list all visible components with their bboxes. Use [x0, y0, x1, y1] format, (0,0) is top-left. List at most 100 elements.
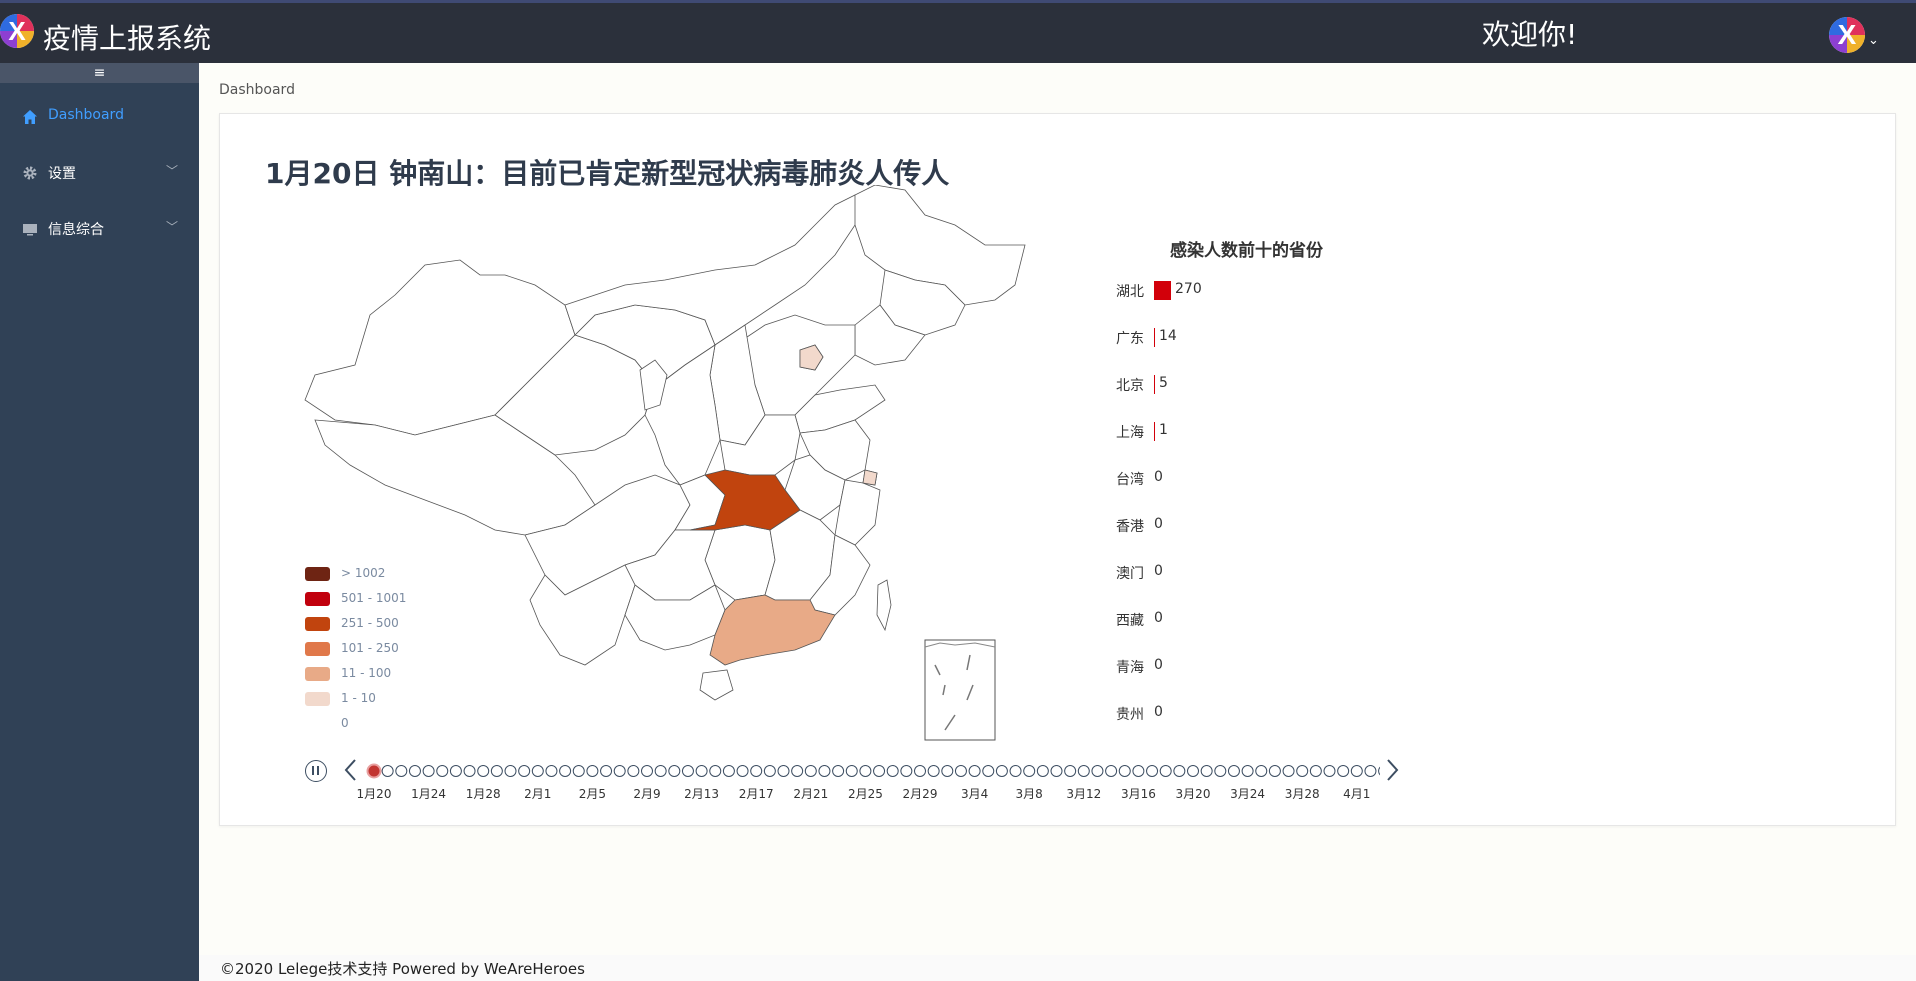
timeline-tick-label[interactable]: 2月21 — [793, 785, 828, 802]
timeline-tick-label[interactable]: 3月24 — [1230, 785, 1265, 802]
timeline-tick-label[interactable]: 3月12 — [1066, 785, 1101, 802]
timeline-dot[interactable] — [641, 765, 653, 777]
timeline-dot[interactable] — [1255, 765, 1268, 777]
timeline-dot[interactable] — [1378, 766, 1380, 777]
timeline-next-button[interactable] — [1383, 757, 1401, 783]
timeline-tick-label[interactable]: 2月13 — [684, 785, 719, 802]
legend-item[interactable]: 501 - 1001 — [305, 590, 425, 606]
ranking-bar[interactable] — [1154, 281, 1171, 300]
timeline-dot[interactable] — [545, 765, 558, 777]
timeline-tick-label[interactable]: 2月17 — [739, 785, 774, 802]
timeline-tick-label[interactable]: 3月20 — [1176, 785, 1211, 802]
ranking-row[interactable]: 澳门 0 — [1116, 563, 1416, 583]
timeline-dot[interactable] — [777, 765, 790, 777]
timeline-dot[interactable] — [1268, 765, 1281, 777]
ranking-bar[interactable] — [1154, 375, 1155, 394]
ranking-row[interactable]: 台湾 0 — [1116, 469, 1416, 489]
timeline-dot[interactable] — [1187, 765, 1199, 777]
timeline-dot[interactable] — [559, 765, 572, 777]
timeline-dot[interactable] — [845, 765, 858, 777]
timeline-dot[interactable] — [654, 765, 667, 777]
timeline-dot[interactable] — [736, 765, 749, 777]
timeline-dot[interactable] — [1091, 765, 1104, 777]
timeline-dot[interactable] — [1132, 765, 1145, 777]
timeline-dot[interactable] — [586, 765, 599, 777]
timeline-tick-label[interactable]: 3月8 — [1016, 785, 1043, 802]
timeline-dot[interactable] — [436, 765, 449, 777]
sidebar-item-dashboard[interactable]: Dashboard — [0, 93, 199, 141]
timeline-dot[interactable] — [763, 765, 776, 777]
timeline-dot[interactable] — [927, 765, 940, 777]
sidebar-item-info[interactable]: 信息综合 ﹀ — [0, 205, 199, 253]
timeline-dot[interactable] — [1227, 765, 1240, 777]
legend-item[interactable]: 101 - 250 — [305, 640, 425, 656]
ranking-bar[interactable] — [1154, 328, 1155, 347]
ranking-row[interactable]: 贵州 0 — [1116, 704, 1416, 724]
timeline-tick-label[interactable]: 2月29 — [903, 785, 938, 802]
timeline-dot[interactable] — [982, 765, 995, 777]
sidebar-toggle-button[interactable]: ≡ — [0, 63, 199, 83]
timeline-dot[interactable] — [832, 765, 845, 777]
timeline-tick-label[interactable]: 4月1 — [1343, 785, 1370, 802]
timeline-tick-label[interactable]: 3月4 — [961, 785, 988, 802]
timeline-track[interactable] — [360, 760, 1380, 782]
timeline-dot[interactable] — [668, 765, 681, 777]
timeline-dot[interactable] — [1241, 765, 1254, 777]
timeline-dot[interactable] — [572, 765, 585, 777]
timeline-current-dot[interactable] — [366, 763, 382, 779]
timeline-dot[interactable] — [900, 765, 913, 777]
timeline-dot[interactable] — [1337, 765, 1350, 777]
timeline-dot[interactable] — [1296, 765, 1309, 777]
timeline-dot[interactable] — [1105, 765, 1118, 777]
timeline-dot[interactable] — [381, 765, 394, 777]
timeline-dot[interactable] — [804, 765, 817, 777]
timeline-dot[interactable] — [1214, 765, 1227, 777]
timeline-dot[interactable] — [627, 765, 640, 777]
timeline-dot[interactable] — [1159, 765, 1172, 777]
timeline-dot[interactable] — [1173, 765, 1186, 777]
timeline-tick-label[interactable]: 1月28 — [466, 785, 501, 802]
legend-item[interactable]: 1 - 10 — [305, 690, 425, 706]
timeline-dot[interactable] — [1364, 765, 1377, 777]
timeline-tick-label[interactable]: 3月28 — [1285, 785, 1320, 802]
timeline-dot[interactable] — [695, 765, 708, 777]
timeline-dot[interactable] — [968, 765, 981, 777]
sidebar-item-settings[interactable]: 设置 ﹀ — [0, 149, 199, 197]
timeline-dot[interactable] — [1146, 765, 1159, 777]
timeline-dot[interactable] — [504, 765, 517, 777]
timeline-dot[interactable] — [954, 765, 967, 777]
ranking-row[interactable]: 广东 14 — [1116, 328, 1416, 348]
timeline-dot[interactable] — [463, 765, 476, 777]
timeline-dot[interactable] — [1350, 765, 1363, 777]
timeline-dot[interactable] — [531, 765, 544, 777]
timeline-dot[interactable] — [873, 765, 886, 777]
legend-item[interactable]: 11 - 100 — [305, 665, 425, 681]
timeline-dot[interactable] — [681, 765, 694, 777]
timeline-dot[interactable] — [408, 765, 421, 777]
timeline-dot[interactable] — [1077, 765, 1090, 777]
timeline-dot[interactable] — [449, 765, 462, 777]
timeline-tick-label[interactable]: 2月5 — [579, 785, 606, 802]
timeline-dot[interactable] — [1036, 765, 1049, 777]
timeline-dot[interactable] — [1118, 765, 1131, 777]
timeline-dot[interactable] — [709, 765, 722, 777]
timeline-dot[interactable] — [791, 765, 804, 777]
breadcrumb[interactable]: Dashboard — [219, 82, 295, 98]
timeline-dot[interactable] — [490, 765, 503, 777]
timeline-dot[interactable] — [1023, 765, 1036, 777]
ranking-row[interactable]: 青海 0 — [1116, 657, 1416, 677]
timeline-dot[interactable] — [395, 765, 408, 777]
timeline-dot[interactable] — [1200, 765, 1213, 777]
timeline-dot[interactable] — [422, 765, 435, 777]
ranking-row[interactable]: 湖北 270 — [1116, 281, 1416, 301]
timeline-dot[interactable] — [995, 765, 1008, 777]
timeline-prev-button[interactable] — [342, 757, 360, 783]
legend-item[interactable]: 251 - 500 — [305, 615, 425, 631]
timeline-dot[interactable] — [1009, 765, 1022, 777]
timeline-tick-label[interactable]: 2月9 — [633, 785, 660, 802]
timeline-dot[interactable] — [477, 765, 490, 777]
timeline-dot[interactable] — [1050, 765, 1063, 777]
ranking-bar[interactable] — [1154, 422, 1155, 441]
timeline-dot[interactable] — [600, 765, 613, 777]
pause-button[interactable] — [305, 760, 327, 782]
